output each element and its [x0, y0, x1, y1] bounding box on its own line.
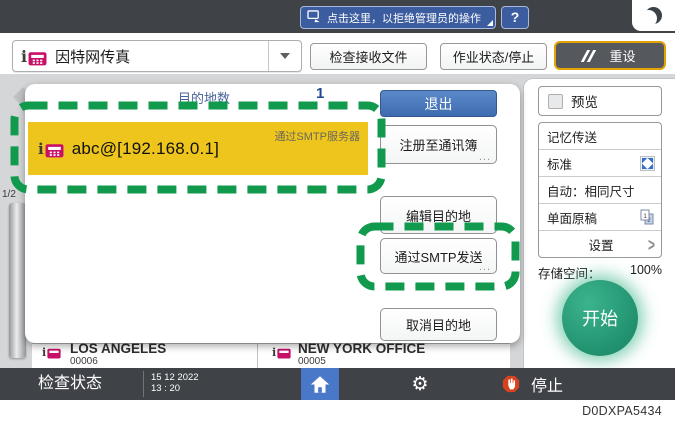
job-status-button[interactable]: 作业状态/停止	[440, 43, 547, 70]
preview-label: 预览	[571, 95, 598, 110]
via-smtp-server-label: 通过SMTP服务器	[274, 131, 360, 143]
start-button[interactable]: 开始	[562, 280, 638, 356]
setting-label: 单面原稿	[547, 211, 598, 226]
cancel-label: 取消目的地	[405, 318, 471, 333]
chevron-down-icon	[280, 53, 290, 59]
reset-button[interactable]: 重设	[554, 41, 666, 70]
send-smtp-label: 通过SMTP发送	[394, 249, 483, 265]
one-sided-original-icon: 21	[639, 209, 655, 225]
energy-saver-button[interactable]	[632, 0, 675, 31]
internet-fax-icon: i	[21, 47, 47, 66]
setting-original-sides[interactable]: 单面原稿 21	[539, 204, 661, 231]
settings-menu-button[interactable]: ⚙	[400, 368, 440, 400]
function-selector-dropdown[interactable]: i 因特网传真	[12, 40, 302, 72]
check-received-files-button[interactable]: 检查接收文件	[310, 43, 427, 70]
chevron-right-icon: >	[647, 234, 655, 255]
function-label: 因特网传真	[55, 48, 131, 66]
list-item[interactable]: LOS ANGELES	[70, 341, 166, 356]
edit-destination-button[interactable]: 编辑目的地	[380, 196, 497, 234]
list-divider	[257, 343, 258, 368]
home-icon	[310, 375, 330, 393]
setting-memory-transmission[interactable]: 记忆传送	[539, 123, 661, 150]
destination-entry[interactable]: i abc@[192.168.0.1] 通过SMTP服务器	[28, 122, 368, 175]
ellipsis-icon: ...	[478, 261, 491, 273]
stop-label: 停止	[531, 378, 564, 395]
remote-operation-icon	[307, 9, 322, 26]
preview-checkbox[interactable]	[548, 93, 563, 109]
list-item-number: 00005	[298, 356, 326, 367]
fax-icon: i	[272, 346, 291, 359]
bottom-bar: 检查状态 15 12 2022 13 : 20 ⚙ 停止	[0, 368, 675, 400]
internet-fax-icon: i	[38, 140, 64, 158]
reset-slashes-icon	[581, 49, 597, 62]
setting-label: 设置	[588, 239, 614, 253]
gear-icon: ⚙	[411, 372, 429, 395]
reset-label: 重设	[609, 49, 636, 64]
device-screen: 点击这里，以拒绝管理员的操作 ? i 因特网传真 检查接收文件 作业状态/停止 …	[0, 0, 675, 426]
ellipsis-icon: ...	[478, 151, 491, 163]
check-status-button[interactable]: 检查状态	[38, 368, 102, 400]
storage-label: 存储空间：	[538, 267, 601, 281]
exit-button[interactable]: 退出	[380, 90, 497, 117]
left-scroll-bar[interactable]	[9, 203, 26, 358]
time-display: 13 : 20	[151, 383, 181, 394]
send-via-smtp-button[interactable]: 通过SMTP发送 ...	[380, 238, 497, 274]
destination-count-value: 1	[316, 85, 325, 102]
resolution-icon	[640, 155, 655, 171]
moon-icon	[645, 7, 662, 24]
setting-settings[interactable]: 设置 >	[539, 231, 661, 257]
destination-count-label: 目的地数	[178, 91, 231, 106]
bar-divider	[143, 371, 144, 397]
preview-checkbox-row[interactable]: 预览	[538, 86, 662, 116]
date-display: 15 12 2022	[151, 372, 199, 383]
destination-address: abc@[192.168.0.1]	[71, 138, 220, 158]
fax-icon: i	[42, 346, 61, 359]
setting-label: 标准	[547, 157, 573, 172]
register-label: 注册至通讯簿	[399, 138, 478, 153]
figure-caption: D0DXPA5434	[582, 404, 662, 418]
register-to-address-book-button[interactable]: 注册至通讯簿 ...	[380, 125, 497, 164]
stop-icon	[502, 375, 520, 393]
stop-button[interactable]: 停止	[494, 368, 563, 400]
dropdown-arrow-zone[interactable]	[268, 41, 301, 71]
list-item[interactable]: NEW YORK OFFICE	[298, 341, 425, 356]
help-button[interactable]: ?	[501, 6, 529, 29]
storage-value: 100%	[630, 263, 662, 277]
admin-operation-button[interactable]: 点击这里，以拒绝管理员的操作	[300, 6, 496, 29]
page-indicator: 1/2	[2, 189, 16, 200]
setting-resolution[interactable]: 标准	[539, 150, 661, 177]
top-bar: 点击这里，以拒绝管理员的操作 ?	[0, 0, 675, 33]
corner-triangle-icon	[487, 20, 493, 26]
admin-operation-label: 点击这里，以拒绝管理员的操作	[327, 12, 481, 25]
setting-scan-size[interactable]: 自动：相同尺寸	[539, 177, 661, 204]
setting-label: 自动：相同尺寸	[547, 184, 635, 199]
setting-label: 记忆传送	[547, 130, 598, 145]
settings-list: 记忆传送 标准 自动：相同尺寸 单面原稿 21 设置 >	[538, 122, 662, 258]
list-item-number: 00006	[70, 356, 98, 367]
cancel-destination-button[interactable]: 取消目的地	[380, 308, 497, 341]
edit-label: 编辑目的地	[405, 208, 471, 224]
home-button[interactable]	[301, 368, 339, 400]
